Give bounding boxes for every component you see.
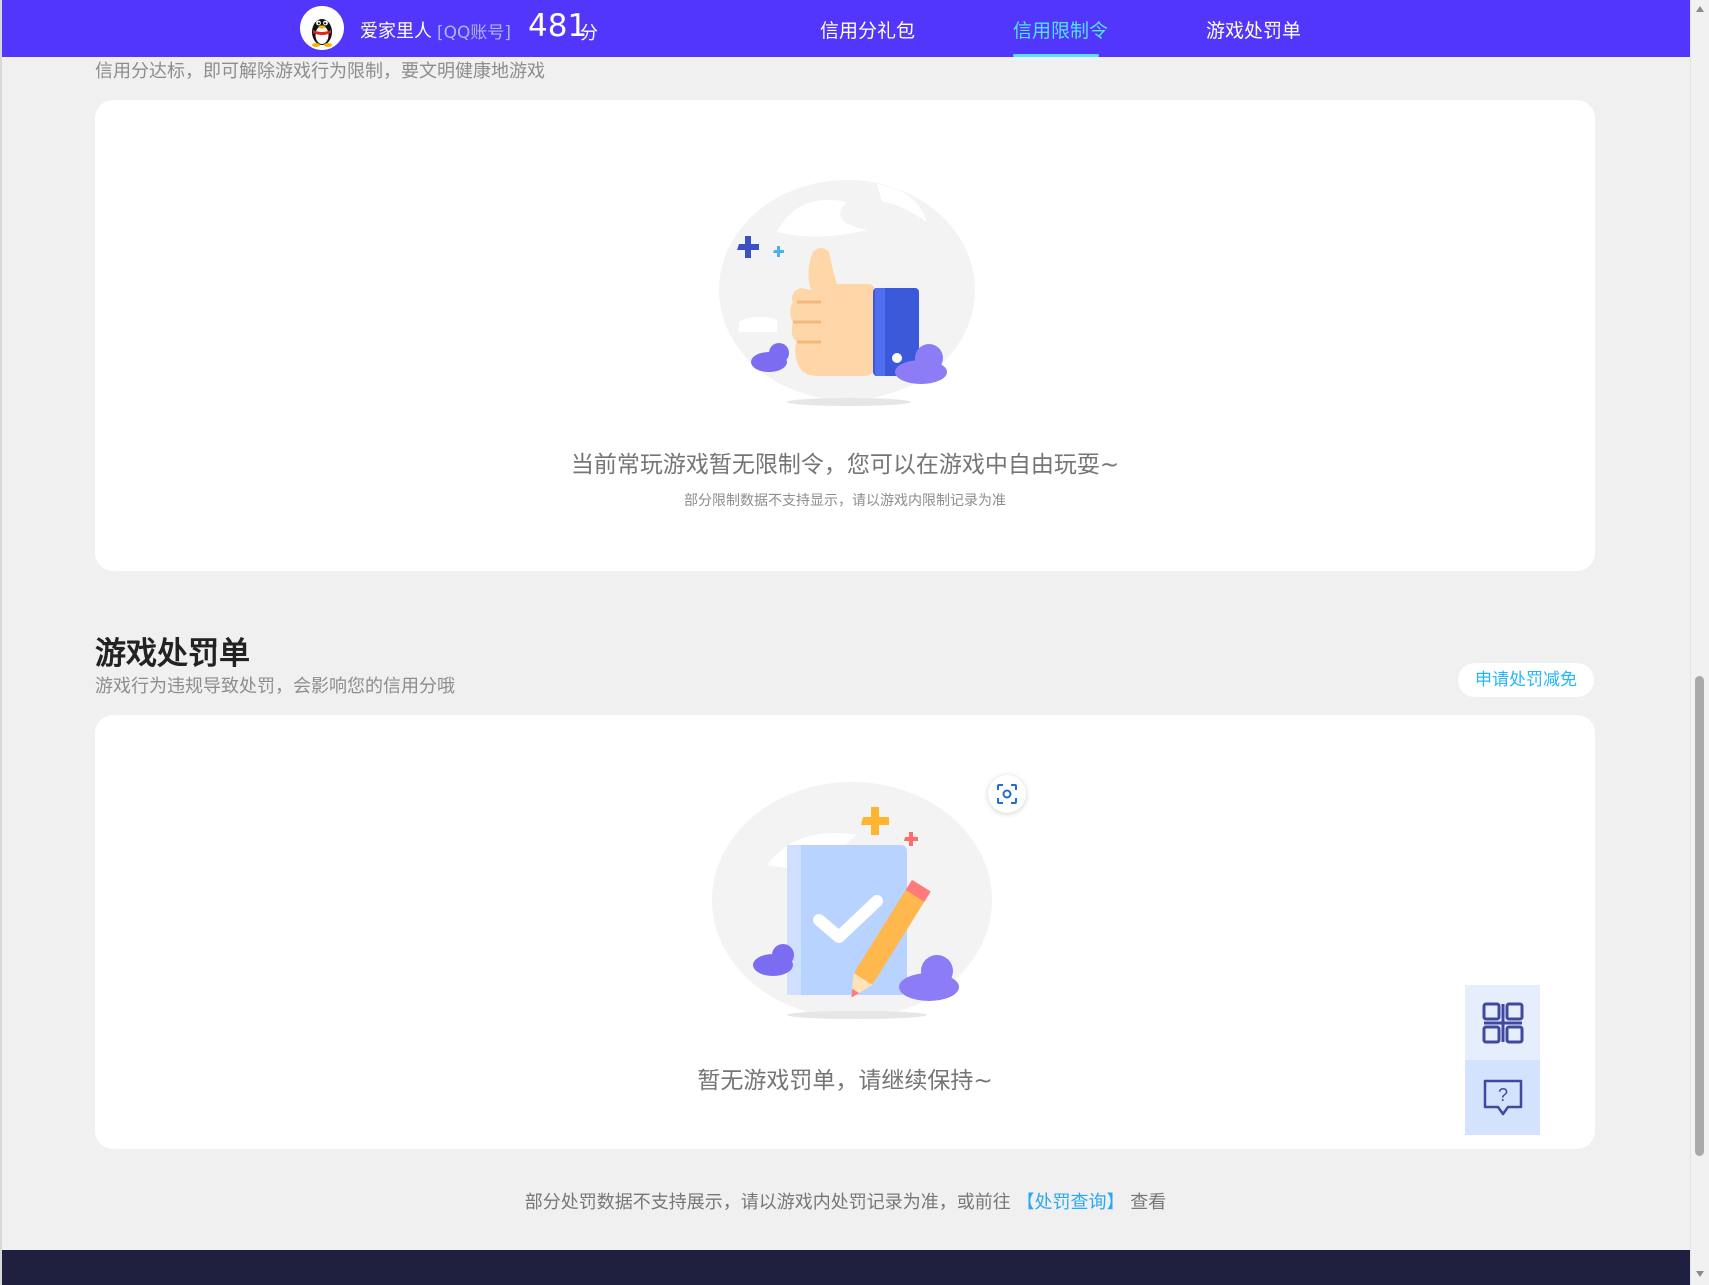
scrollbar-thumb[interactable]	[1695, 676, 1704, 1156]
top-navigation-bar: 爱家里人 [QQ账号] 481 分 信用分礼包 信用限制令 游戏处罚单	[2, 0, 1691, 57]
svg-text:?: ?	[1497, 1085, 1507, 1105]
qq-penguin-avatar[interactable]	[300, 6, 344, 50]
scroll-down-icon[interactable]	[1696, 1271, 1704, 1277]
window-left-border	[0, 0, 2, 1285]
qr-code-button[interactable]	[1465, 985, 1540, 1060]
footer-note-text: 部分处罚数据不支持展示，请以游戏内处罚记录为准，或前往	[524, 1192, 1011, 1213]
scroll-up-icon[interactable]	[1696, 6, 1704, 12]
active-tab-indicator	[1013, 54, 1099, 57]
footer-bar	[2, 1250, 1691, 1285]
tab-game-penalty[interactable]: 游戏处罚单	[1206, 16, 1301, 43]
restriction-empty-title: 当前常玩游戏暂无限制令，您可以在游戏中自由玩耍~	[570, 452, 1120, 478]
user-name: 爱家里人	[360, 21, 432, 42]
scan-icon	[997, 784, 1017, 804]
help-chat-icon: ?	[1483, 1079, 1522, 1115]
penalty-section-title: 游戏处罚单	[95, 636, 250, 672]
vertical-scrollbar[interactable]	[1690, 0, 1709, 1285]
credit-score-value: 481	[528, 8, 588, 44]
help-feedback-button[interactable]: ?	[1465, 1060, 1540, 1135]
restriction-section-description: 信用分达标，即可解除游戏行为限制，要文明健康地游戏	[95, 61, 545, 82]
penalty-empty-card: 暂无游戏罚单，请继续保持~	[95, 715, 1595, 1149]
penalty-empty-title: 暂无游戏罚单，请继续保持~	[697, 1068, 993, 1094]
footer-note: 部分处罚数据不支持展示，请以游戏内处罚记录为准，或前往 【处罚查询】 查看	[0, 1188, 1691, 1214]
tab-credit-restriction[interactable]: 信用限制令	[1013, 16, 1108, 43]
restriction-empty-subtitle: 部分限制数据不支持显示，请以游戏内限制记录为准	[684, 493, 1006, 509]
footer-note-suffix: 查看	[1130, 1192, 1167, 1213]
restriction-empty-card: 当前常玩游戏暂无限制令，您可以在游戏中自由玩耍~ 部分限制数据不支持显示，请以游…	[95, 100, 1595, 571]
scan-lens-button[interactable]	[988, 775, 1026, 813]
credit-score-unit: 分	[580, 23, 598, 44]
thumbs-up-illustration-icon	[717, 172, 977, 416]
tab-credit-gift-pack[interactable]: 信用分礼包	[820, 16, 915, 43]
apply-penalty-reduction-button[interactable]: 申请处罚减免	[1458, 663, 1594, 697]
qr-code-icon	[1482, 1002, 1523, 1043]
account-type-label: [QQ账号]	[437, 23, 512, 43]
penalty-section-description: 游戏行为违规导致处罚，会影响您的信用分哦	[95, 676, 455, 697]
checked-document-pencil-illustration-icon	[707, 775, 997, 1029]
penalty-query-link[interactable]: 【处罚查询】	[1017, 1192, 1125, 1213]
